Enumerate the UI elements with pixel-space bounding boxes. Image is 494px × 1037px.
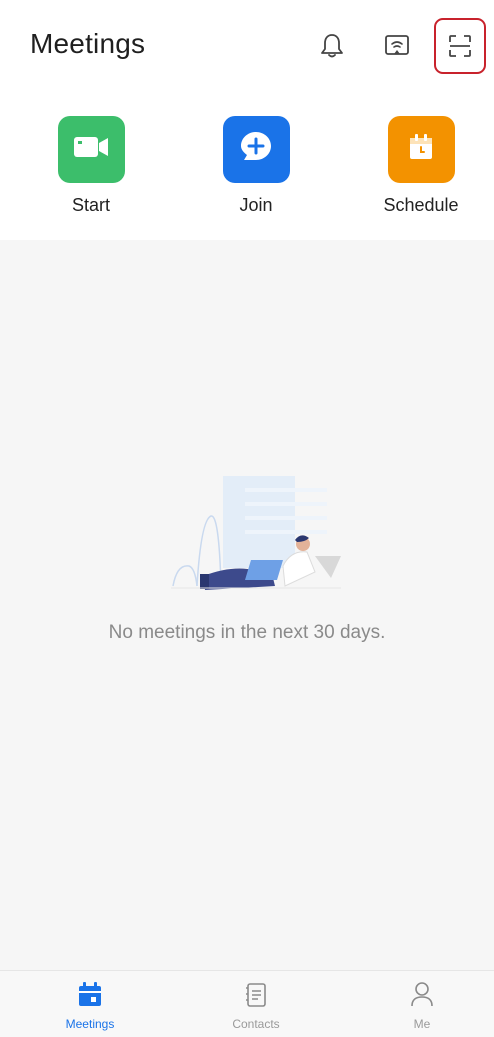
nav-item-meetings[interactable]: Meetings bbox=[30, 971, 150, 1037]
bell-icon bbox=[319, 32, 345, 60]
nav-item-contacts[interactable]: Contacts bbox=[196, 971, 316, 1037]
schedule-meeting-button[interactable]: Schedule bbox=[366, 116, 476, 216]
video-camera-icon bbox=[71, 133, 111, 166]
bottom-nav: Meetings Contacts Me bbox=[0, 970, 494, 1037]
schedule-label: Schedule bbox=[383, 195, 459, 215]
contacts-icon bbox=[243, 980, 269, 1013]
join-meeting-button[interactable]: Join bbox=[201, 116, 311, 216]
scan-button[interactable] bbox=[434, 18, 486, 74]
empty-state-message: No meetings in the next 30 days. bbox=[108, 622, 386, 643]
start-tile bbox=[57, 116, 125, 183]
start-label: Start bbox=[71, 195, 110, 215]
person-icon bbox=[409, 980, 435, 1013]
scan-icon bbox=[446, 32, 474, 60]
nav-label-me: Me bbox=[413, 1017, 431, 1031]
start-meeting-button[interactable]: Start bbox=[36, 116, 146, 216]
share-screen-icon bbox=[383, 32, 411, 60]
schedule-tile bbox=[387, 116, 455, 183]
nav-item-me[interactable]: Me bbox=[362, 971, 482, 1037]
empty-state-illustration bbox=[165, 468, 345, 596]
header: Meetings Start Join Schedule bbox=[0, 0, 494, 240]
plus-icon bbox=[238, 129, 274, 170]
nav-label-meetings: Meetings bbox=[65, 1017, 115, 1031]
share-screen-button[interactable] bbox=[374, 22, 420, 70]
join-tile bbox=[222, 116, 290, 183]
join-label: Join bbox=[239, 195, 273, 215]
notifications-button[interactable] bbox=[309, 22, 355, 70]
nav-label-contacts: Contacts bbox=[232, 1017, 280, 1031]
calendar-icon bbox=[405, 131, 437, 168]
page-title: Meetings bbox=[30, 28, 146, 59]
calendar-icon bbox=[77, 980, 103, 1013]
